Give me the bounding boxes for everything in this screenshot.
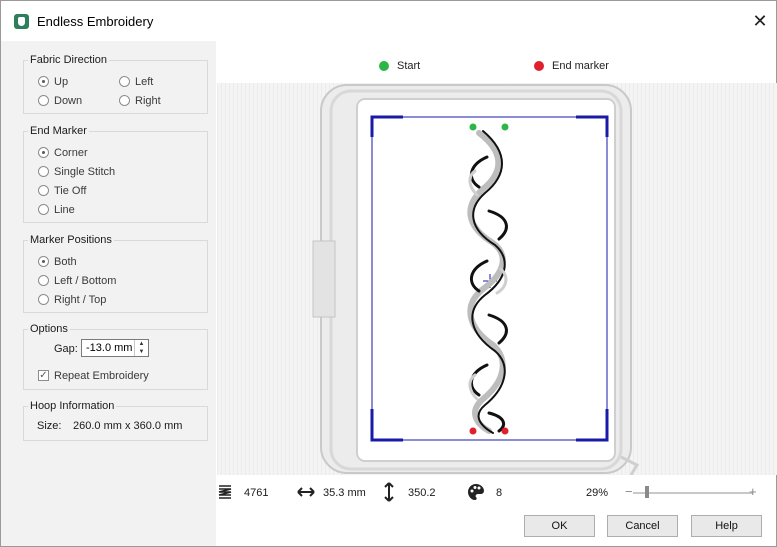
hoop-info-title: Hoop Information xyxy=(28,400,117,412)
width-arrow-icon xyxy=(297,487,315,497)
app-icon xyxy=(14,14,29,29)
design-width: 35.3 mm xyxy=(323,487,366,499)
options-group: Options Gap: ▲ ▼ ✓ Repeat Embroidery xyxy=(23,323,208,390)
checkmark-icon: ✓ xyxy=(38,370,49,381)
radio-dot xyxy=(119,95,130,106)
zoom-slider-thumb[interactable] xyxy=(645,486,649,498)
fabric-direction-group: Fabric Direction Up Left Down Right xyxy=(23,54,208,114)
radio-label: Tie Off xyxy=(54,185,87,197)
radio-label: Up xyxy=(54,76,69,88)
radio-label: Right / Top xyxy=(54,294,107,306)
hoop-info-group: Hoop Information Size: 260.0 mm x 360.0 … xyxy=(23,400,208,441)
start-marker xyxy=(469,123,477,131)
gap-label: Gap: xyxy=(54,343,78,355)
start-marker xyxy=(501,123,509,131)
radio-dot xyxy=(38,147,49,158)
options-title: Options xyxy=(28,323,70,335)
gap-input[interactable] xyxy=(82,340,138,356)
radio-dot xyxy=(38,166,49,177)
zoom-slider[interactable] xyxy=(633,492,753,494)
checkbox-label: Repeat Embroidery xyxy=(54,370,149,382)
ok-button[interactable]: OK xyxy=(524,515,595,537)
hoop-size-label: Size: xyxy=(37,420,62,432)
cancel-button[interactable]: Cancel xyxy=(607,515,678,537)
end-marker xyxy=(501,427,509,435)
radio-label: Both xyxy=(54,256,77,268)
end-marker xyxy=(469,427,477,435)
zoom-in-icon[interactable]: + xyxy=(749,484,757,500)
marker-positions-title: Marker Positions xyxy=(28,234,114,246)
start-dot-icon xyxy=(379,61,389,71)
color-count: 8 xyxy=(496,487,503,499)
hoop-size-value: 260.0 mm x 360.0 mm xyxy=(73,420,183,432)
marker-positions-group: Marker Positions Both Left / Bottom Righ… xyxy=(23,234,208,313)
radio-dot xyxy=(38,256,49,267)
radio-dot xyxy=(119,76,130,87)
radio-dot xyxy=(38,294,49,305)
dialog-window: Endless Embroidery ✕ Fabric Direction Up… xyxy=(0,0,777,547)
radio-dot xyxy=(38,76,49,87)
fabric-direction-title: Fabric Direction xyxy=(28,54,110,66)
radio-dot xyxy=(38,95,49,106)
help-button[interactable]: Help xyxy=(691,515,762,537)
end-marker-dot-icon xyxy=(534,61,544,71)
height-arrow-icon xyxy=(384,482,394,502)
stepper-down-icon[interactable]: ▼ xyxy=(135,348,148,356)
radio-label: Left / Bottom xyxy=(54,275,117,287)
gap-stepper[interactable]: ▲ ▼ xyxy=(81,339,149,357)
radio-label: Line xyxy=(54,204,75,216)
radio-dot xyxy=(38,185,49,196)
design-height: 350.2 xyxy=(408,487,436,499)
settings-panel: Fabric Direction Up Left Down Right End … xyxy=(1,41,216,546)
stitch-count: 4761 xyxy=(244,487,269,499)
stepper-up-icon[interactable]: ▲ xyxy=(135,340,148,348)
legend-start-label: Start xyxy=(397,60,421,72)
embroidery-preview[interactable] xyxy=(217,83,777,475)
radio-label: Single Stitch xyxy=(54,166,116,178)
radio-label: Down xyxy=(54,95,83,107)
gap-stepper-arrows: ▲ ▼ xyxy=(134,340,148,356)
radio-label: Corner xyxy=(54,147,88,159)
radio-label: Left xyxy=(135,76,154,88)
zoom-out-icon[interactable]: − xyxy=(625,484,633,500)
palette-icon xyxy=(468,484,484,500)
hoop-canvas xyxy=(312,84,640,475)
window-title: Endless Embroidery xyxy=(37,14,154,29)
radio-label: Right xyxy=(135,95,161,107)
close-icon[interactable]: ✕ xyxy=(749,10,771,32)
status-bar: 4761 35.3 mm 350.2 8 29% − + xyxy=(217,479,777,507)
stitch-count-icon xyxy=(218,485,232,499)
zoom-level: 29% xyxy=(586,487,609,499)
radio-dot xyxy=(38,275,49,286)
title-bar: Endless Embroidery ✕ xyxy=(1,1,776,41)
end-marker-group: End Marker Corner Single Stitch Tie Off … xyxy=(23,125,208,223)
radio-dot xyxy=(38,204,49,215)
end-marker-title: End Marker xyxy=(28,125,89,137)
legend-end-label: End marker xyxy=(552,60,609,72)
